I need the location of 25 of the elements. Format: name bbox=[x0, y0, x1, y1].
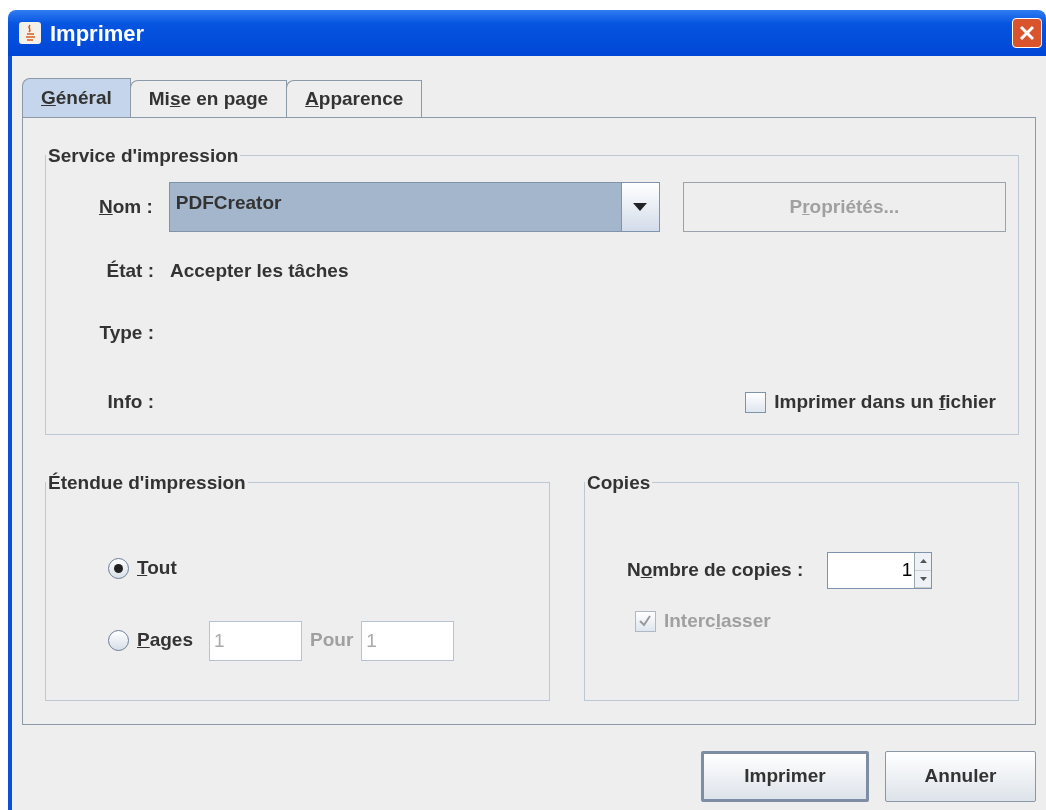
check-icon bbox=[638, 614, 653, 629]
app-icon bbox=[18, 21, 42, 45]
field-label: Nom : bbox=[98, 194, 153, 219]
tab[interactable]: Apparence bbox=[286, 80, 423, 117]
print-to-file-checkbox[interactable]: Imprimer dans un fichier bbox=[745, 388, 996, 417]
dialog-button[interactable]: Imprimer bbox=[701, 751, 869, 802]
window-title: Imprimer bbox=[50, 19, 146, 48]
dialog-button[interactable]: Annuler bbox=[885, 751, 1036, 802]
copies-spinner[interactable]: 1 bbox=[827, 552, 933, 589]
field-label: Pour bbox=[310, 628, 354, 653]
field-label: Info : bbox=[106, 390, 154, 414]
dropdown-arrow-icon bbox=[632, 202, 649, 212]
field-value: Accepter les tâches bbox=[170, 259, 349, 283]
close-icon[interactable] bbox=[1018, 24, 1036, 42]
field-label: Nombre de copies : bbox=[626, 558, 804, 583]
printer-dropdown[interactable]: PDFCreator bbox=[168, 182, 660, 232]
close-button[interactable] bbox=[1012, 18, 1042, 48]
group-title: Service d'impression bbox=[47, 146, 240, 165]
group-title: Copies bbox=[585, 473, 652, 492]
group-title: Étendue d'impression bbox=[47, 473, 247, 492]
radio-button[interactable]: Tout bbox=[108, 554, 177, 583]
tab[interactable]: Général bbox=[22, 78, 131, 117]
field-label: État : bbox=[105, 259, 154, 283]
spin-up-icon[interactable] bbox=[915, 553, 932, 571]
field-label: Type : bbox=[98, 320, 154, 345]
